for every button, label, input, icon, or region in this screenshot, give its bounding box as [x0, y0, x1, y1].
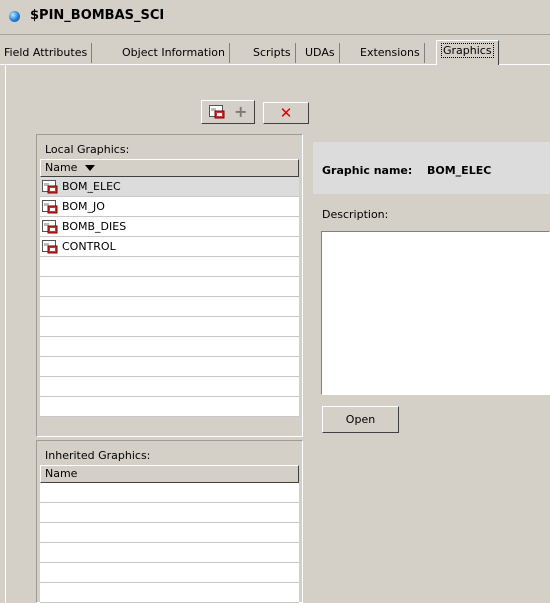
name-column-label: Name [45, 161, 78, 174]
inherited-name-column-header[interactable]: Name [40, 465, 299, 483]
list-item [40, 357, 299, 377]
delete-graphic-button[interactable]: ✕ [263, 102, 309, 124]
graphic-icon [42, 240, 58, 254]
tab-graphics-label: Graphics [441, 43, 494, 58]
tab-scripts[interactable]: Scripts [249, 43, 296, 63]
graphic-name-value: BOM_ELEC [427, 164, 492, 177]
open-button[interactable]: Open [322, 406, 399, 433]
graphic-icon [42, 180, 58, 194]
list-item[interactable]: BOM_ELEC [40, 177, 299, 197]
local-graphics-group: Local Graphics: Name BOM_ELEC BOM_JO BOM… [36, 134, 303, 437]
description-label: Description: [322, 208, 389, 221]
description-field[interactable] [321, 231, 550, 395]
tab-field-attributes[interactable]: Field Attributes [0, 43, 93, 63]
list-item-label: BOM_ELEC [62, 180, 121, 193]
add-graphic-button[interactable]: + [201, 100, 255, 124]
inherited-graphics-label: Inherited Graphics: [45, 449, 151, 462]
graphic-icon [42, 220, 58, 234]
local-graphics-label: Local Graphics: [45, 143, 130, 156]
tab-strip: Field Attributes Object Information Scri… [0, 40, 550, 65]
list-item [40, 317, 299, 337]
graphic-name-label: Graphic name: [322, 164, 413, 177]
list-item[interactable]: BOM_JO [40, 197, 299, 217]
list-item [40, 397, 299, 417]
list-item [40, 483, 299, 503]
inherited-name-column-label: Name [45, 467, 78, 480]
object-icon [9, 11, 20, 22]
list-item [40, 543, 299, 563]
list-item [40, 337, 299, 357]
list-item[interactable]: CONTROL [40, 237, 299, 257]
inherited-graphics-list [40, 483, 299, 603]
list-item [40, 583, 299, 603]
list-item[interactable]: BOMB_DIES [40, 217, 299, 237]
list-item [40, 377, 299, 397]
list-item-label: BOM_JO [62, 200, 105, 213]
list-item [40, 563, 299, 583]
tab-graphics[interactable]: Graphics [436, 40, 499, 65]
delete-x-icon: ✕ [279, 104, 293, 122]
name-column-header[interactable]: Name [40, 159, 299, 177]
list-item [40, 277, 299, 297]
list-item [40, 297, 299, 317]
window-title: $PIN_BOMBAS_SCI [30, 8, 165, 23]
add-graphic-icon [209, 105, 225, 119]
list-item-label: CONTROL [62, 240, 116, 253]
tab-object-information[interactable]: Object Information [118, 43, 230, 63]
list-item-label: BOMB_DIES [62, 220, 127, 233]
graphic-icon [42, 200, 58, 214]
sort-down-icon [85, 165, 96, 171]
tab-extensions[interactable]: Extensions [356, 43, 425, 63]
inherited-graphics-group: Inherited Graphics: Name [36, 440, 303, 603]
tab-udas[interactable]: UDAs [301, 43, 340, 63]
title-bar: $PIN_BOMBAS_SCI [0, 0, 550, 35]
local-graphics-list: BOM_ELEC BOM_JO BOMB_DIES CONTROL [40, 177, 299, 417]
list-item [40, 523, 299, 543]
list-item [40, 503, 299, 523]
list-item [40, 257, 299, 277]
plus-icon: + [234, 102, 248, 121]
